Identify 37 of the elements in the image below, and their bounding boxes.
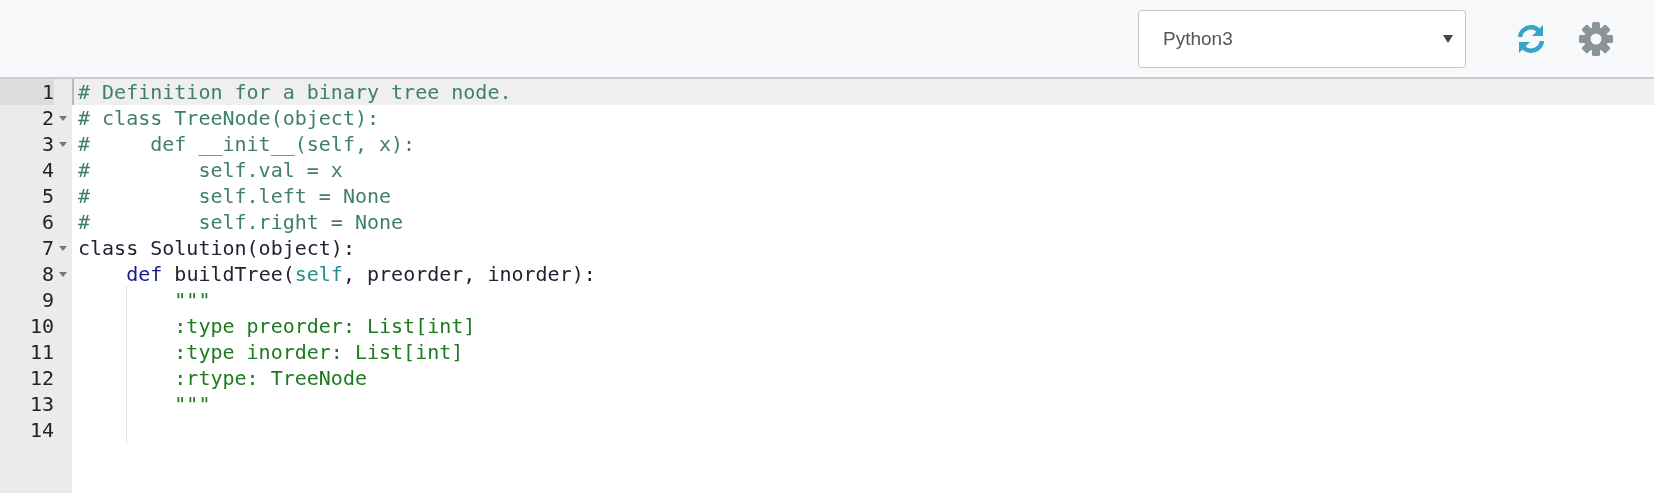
line-number: 1 <box>0 79 54 105</box>
code-text: , preorder, inorder): <box>342 262 596 286</box>
line-number: 3 <box>40 131 54 157</box>
code-text: def <box>125 262 163 286</box>
code-text: self <box>294 262 343 286</box>
language-select[interactable]: Python3 <box>1138 9 1466 68</box>
line-number: 12 <box>28 365 54 391</box>
fold-caret-icon[interactable] <box>59 115 67 121</box>
line-number: 4 <box>40 157 54 183</box>
code-text: """ <box>173 288 211 312</box>
line-number: 2 <box>40 105 54 131</box>
line-number: 9 <box>40 287 54 313</box>
code-text: # self.right = None <box>78 210 404 234</box>
fold-caret-icon[interactable] <box>59 271 67 277</box>
code-text: :type preorder: List[int] <box>173 314 476 338</box>
line-number: 5 <box>40 183 54 209</box>
line-number: 10 <box>28 313 54 339</box>
code-text: # def __init__(self, x): <box>78 132 416 156</box>
line-number: 8 <box>40 261 54 287</box>
line-number: 13 <box>28 391 54 417</box>
code-text: # Definition for a binary tree node. <box>78 80 512 104</box>
line-number: 7 <box>40 235 54 261</box>
code-text: :type inorder: List[int] <box>173 340 464 364</box>
fold-caret-icon[interactable] <box>59 141 67 147</box>
code-text: # class TreeNode(object): <box>78 106 380 130</box>
fold-caret-icon[interactable] <box>59 245 67 251</box>
code-text: buildTree( <box>173 262 295 286</box>
line-number: 11 <box>28 339 54 365</box>
code-text: # self.val = x <box>78 158 343 182</box>
line-number: 6 <box>40 209 54 235</box>
code-text: """ <box>173 392 211 416</box>
code-text: # self.left = None <box>78 184 392 208</box>
caret-icon <box>1443 34 1453 43</box>
settings-icon[interactable] <box>1578 20 1614 57</box>
line-number: 14 <box>28 417 54 443</box>
code-text: :rtype: TreeNode <box>173 366 367 390</box>
code-text: class Solution(object): <box>78 236 355 260</box>
